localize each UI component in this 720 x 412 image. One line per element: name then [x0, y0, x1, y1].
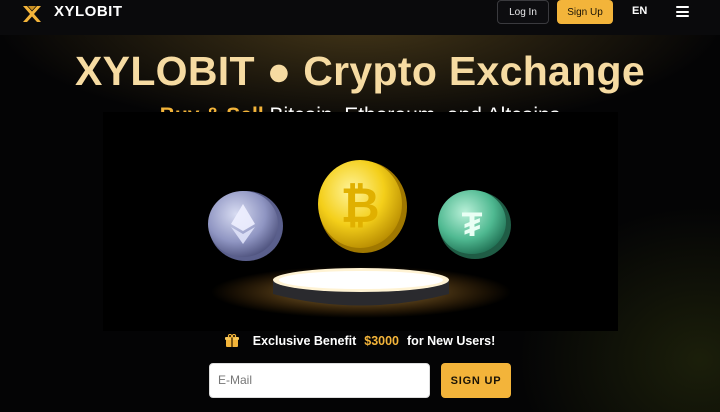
login-button[interactable]: Log In	[497, 0, 549, 24]
svg-text:₿: ₿	[340, 180, 379, 233]
ethereum-coin-icon	[208, 191, 283, 261]
hero-illustration: ₿ ₮	[103, 112, 618, 331]
language-selector[interactable]: EN	[632, 5, 647, 17]
signup-cta-button[interactable]: SIGN UP	[441, 363, 511, 398]
signup-button[interactable]: Sign Up	[557, 0, 613, 24]
xylobit-logo-icon[interactable]	[22, 4, 42, 24]
menu-icon[interactable]	[676, 6, 689, 17]
hero-title: XYLOBIT ● Crypto Exchange	[75, 48, 645, 94]
benefit-suffix: for New Users!	[407, 334, 496, 348]
svg-text:₮: ₮	[462, 206, 483, 244]
brand-name[interactable]: XYLOBIT	[54, 3, 123, 20]
email-input[interactable]: E-Mail	[209, 363, 430, 398]
bitcoin-coin-icon: ₿	[318, 160, 407, 253]
gift-icon	[224, 334, 239, 347]
top-nav: XYLOBIT Log In Sign Up EN	[0, 0, 720, 35]
benefit-banner: Exclusive Benefit $3000 for New Users!	[0, 334, 720, 348]
tether-coin-icon: ₮	[438, 190, 511, 259]
benefit-amount: $3000	[364, 334, 400, 348]
benefit-text: Exclusive Benefit	[252, 334, 357, 348]
